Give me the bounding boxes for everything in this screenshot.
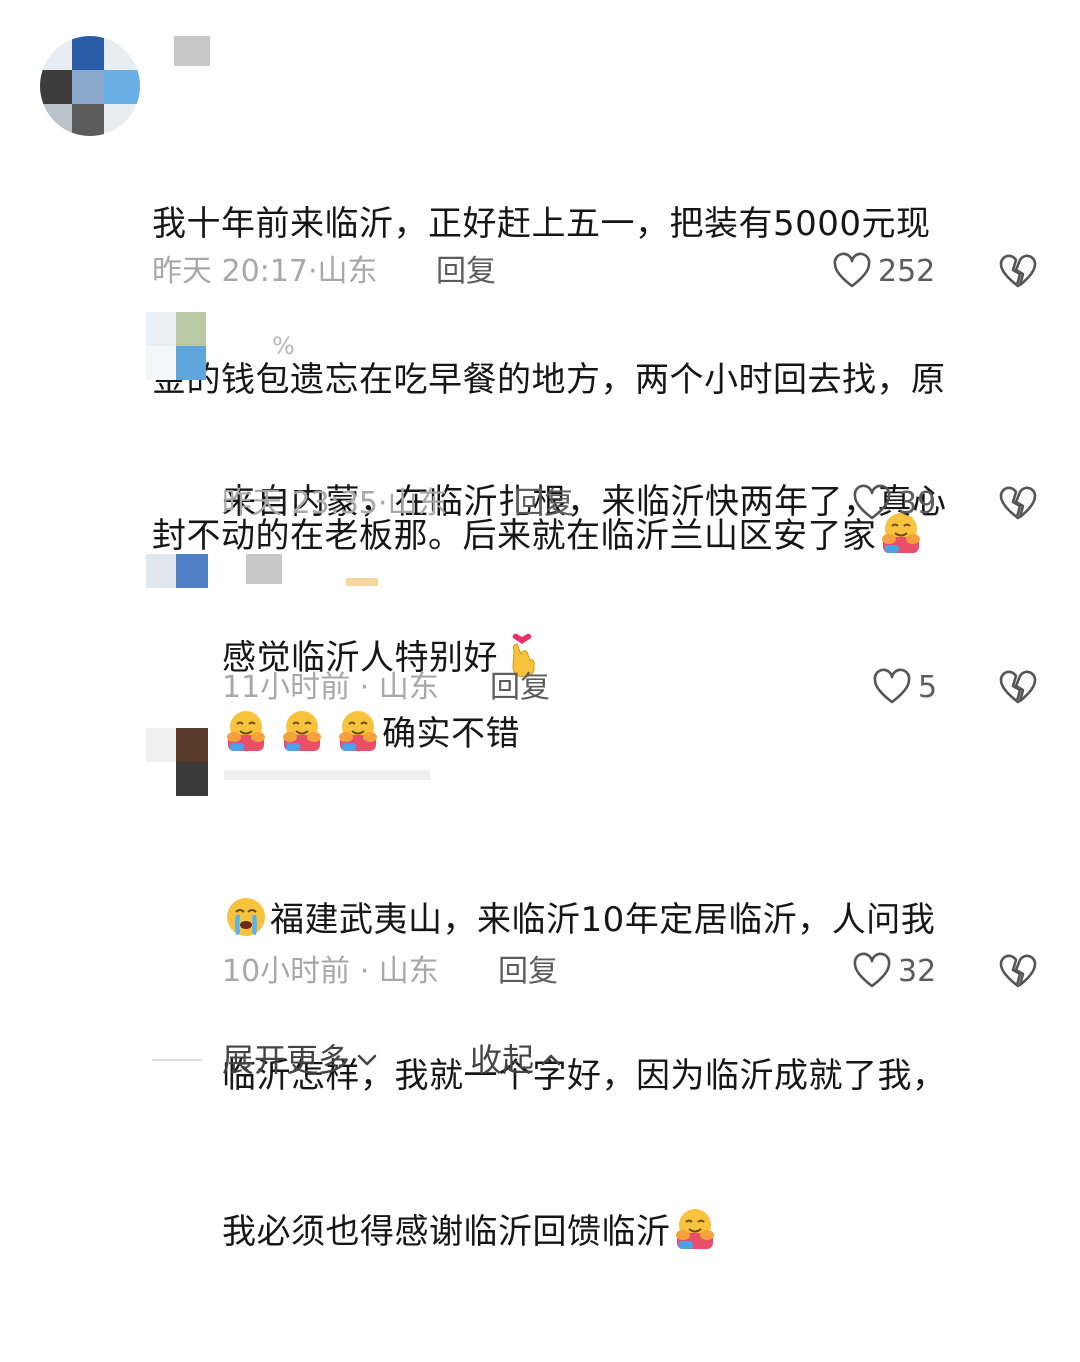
hugging-face-emoji — [673, 1207, 717, 1251]
comment-line-text: 福建武夷山，来临沂10年定居临沂，人问我 — [270, 900, 936, 940]
chevron-down-icon — [354, 1047, 380, 1073]
divider — [152, 1059, 202, 1061]
username-redacted[interactable] — [246, 554, 282, 584]
comment-3: 确实不错 11小时前 · 山东 回复 5 — [0, 540, 1080, 754]
like-count: 252 — [878, 254, 936, 289]
broken-heart-icon[interactable] — [998, 952, 1038, 992]
comment-1: 我十年前来临沂，正好赶上五一，把装有5000元现 金的钱包遗忘在吃早餐的地方，两… — [0, 0, 1080, 556]
avatar[interactable] — [146, 554, 208, 588]
avatar[interactable] — [40, 36, 140, 136]
reply-button[interactable]: 回复 — [498, 952, 558, 992]
comment-meta: 昨天 23:35·山东 — [222, 486, 448, 521]
heart-icon — [832, 252, 872, 292]
heart-icon — [852, 484, 892, 524]
chevron-up-icon — [538, 1047, 564, 1073]
comment-meta: 11小时前 · 山东 — [222, 670, 439, 705]
expand-more-label: 展开更多 — [222, 1041, 351, 1079]
location: 山东 — [387, 486, 448, 521]
reply-button[interactable]: 回复 — [514, 484, 574, 524]
replies-footer: 展开更多 收起 — [0, 1035, 1080, 1085]
location: 山东 — [378, 954, 439, 989]
location: 山东 — [317, 254, 378, 289]
broken-heart-icon[interactable] — [998, 252, 1038, 292]
timestamp: 11小时前 — [222, 670, 351, 705]
like-count: 32 — [898, 954, 937, 989]
timestamp: 昨天 23:35 — [222, 486, 378, 521]
reply-button[interactable]: 回复 — [436, 252, 496, 292]
comment-line: 我必须也得感谢临沂回馈临沂 — [222, 1206, 1062, 1258]
heart-icon — [852, 952, 892, 992]
comment-line: 我十年前来临沂，正好赶上五一，把装有5000元现 — [152, 204, 931, 244]
username-redacted[interactable] — [174, 36, 210, 66]
username-fragment[interactable]: % — [272, 326, 295, 366]
loudly-crying-face-emoji — [224, 895, 268, 939]
collapse-button[interactable]: 收起 — [470, 1035, 564, 1085]
comment-4: 福建武夷山，来临沂10年定居临沂，人问我 临沂怎样，我就一个字好，因为临沂成就了… — [0, 720, 1080, 1252]
like-button[interactable]: 5 — [872, 668, 937, 708]
broken-heart-icon[interactable] — [998, 484, 1038, 524]
timestamp: 10小时前 — [222, 954, 351, 989]
like-button[interactable]: 252 — [832, 252, 935, 292]
like-count: 39 — [898, 486, 937, 521]
comment-line-text: 我必须也得感谢临沂回馈临沂 — [222, 1212, 671, 1252]
timestamp: 昨天 20:17 — [152, 254, 308, 289]
like-button[interactable]: 32 — [852, 952, 936, 992]
comment-meta: 10小时前 · 山东 — [222, 954, 439, 989]
reply-button[interactable]: 回复 — [490, 668, 550, 708]
heart-icon — [872, 668, 912, 708]
avatar[interactable] — [146, 728, 208, 796]
like-button[interactable]: 39 — [852, 484, 936, 524]
expand-more-button[interactable]: 展开更多 — [222, 1035, 380, 1085]
like-count: 5 — [918, 670, 938, 705]
comment-2: % 来自内蒙，在临沂扎根，来临沂快两年了，真心 感觉临沂人特别好 昨天 23:3… — [0, 300, 1080, 678]
collapse-label: 收起 — [470, 1041, 535, 1079]
comment-line: 福建武夷山，来临沂10年定居临沂，人问我 — [222, 894, 1062, 946]
username-redacted[interactable] — [224, 770, 430, 780]
username-redacted — [346, 578, 378, 586]
avatar[interactable] — [146, 312, 206, 380]
comment-meta: 昨天 20:17·山东 — [152, 254, 378, 289]
broken-heart-icon[interactable] — [998, 668, 1038, 708]
location: 山东 — [378, 670, 439, 705]
